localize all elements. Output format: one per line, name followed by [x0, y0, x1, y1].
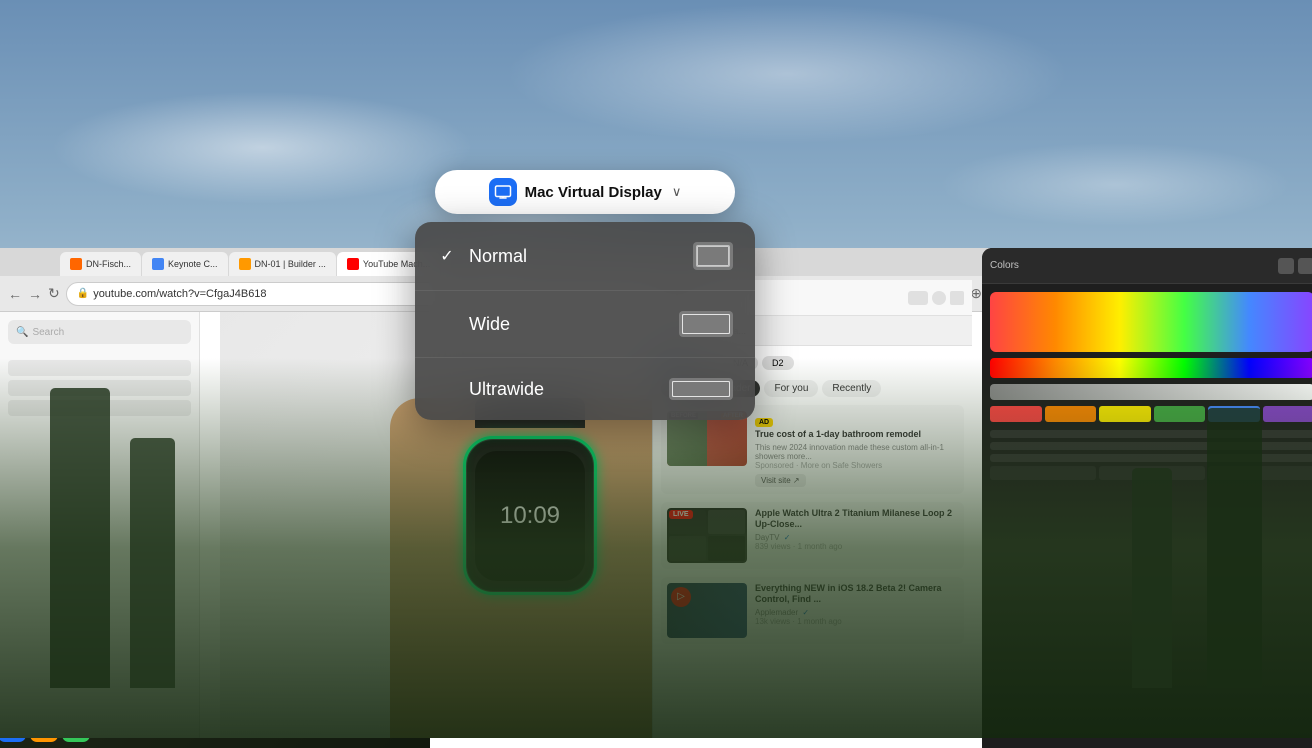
color-gradient-main [990, 292, 1312, 352]
dropdown-item-normal-left: ✓ Normal [437, 246, 527, 267]
wide-display-icon [679, 311, 733, 337]
dropdown-item-wide-left: Wide [437, 314, 510, 335]
display-size-menu: ✓ Normal Wide Ultrawide [415, 222, 755, 420]
tab-3[interactable]: DN-01 | Builder ... [229, 252, 336, 276]
wide-icon-screen [682, 314, 730, 334]
extensions-icon[interactable]: ⊕ [970, 285, 982, 302]
normal-icon-screen [697, 246, 729, 266]
tab-favicon-4 [347, 258, 359, 270]
mac-display-icon [489, 178, 517, 206]
yt-toolbar-icon-1[interactable] [908, 291, 928, 305]
url-text: youtube.com/watch?v=CfgaJ4B618 [93, 288, 266, 300]
reload-button[interactable]: ↻ [48, 285, 60, 302]
right-panel-toolbar: Colors [982, 248, 1312, 284]
normal-label: Normal [469, 246, 527, 267]
mac-virtual-display-dropdown: Mac Virtual Display ∨ ✓ Normal Wide [415, 170, 755, 420]
search-placeholder: Search [32, 327, 64, 338]
forward-button[interactable]: → [28, 286, 42, 302]
yt-toolbar-icon-2[interactable] [932, 291, 946, 305]
dropdown-item-ultrawide-left: Ultrawide [437, 379, 544, 400]
tab-favicon-2 [152, 258, 164, 270]
dropdown-item-wide[interactable]: Wide [415, 291, 755, 358]
dropdown-item-ultrawide[interactable]: Ultrawide [415, 358, 755, 420]
dropdown-item-normal[interactable]: ✓ Normal [415, 222, 755, 291]
normal-checkmark: ✓ [437, 246, 457, 266]
right-panel-title: Colors [990, 260, 1019, 271]
dropdown-title-text: Mac Virtual Display [525, 184, 662, 201]
tab-2[interactable]: Keynote C... [142, 252, 228, 276]
sidebar-search-bar[interactable]: 🔍 Search [8, 320, 191, 344]
back-button[interactable]: ← [8, 286, 22, 302]
tab-1[interactable]: DN-Fisch... [60, 252, 141, 276]
ultrawide-display-icon [669, 378, 733, 400]
ultrawide-label: Ultrawide [469, 379, 544, 400]
dropdown-chevron-icon: ∨ [672, 184, 682, 200]
monitor-svg-icon [494, 183, 512, 201]
yt-toolbar-icon-3[interactable] [950, 291, 964, 305]
tab-favicon-1 [70, 258, 82, 270]
wide-label: Wide [469, 314, 510, 335]
normal-display-icon [693, 242, 733, 270]
right-panel-btn-2[interactable] [1298, 258, 1312, 274]
right-panel-btn-1[interactable] [1278, 258, 1294, 274]
tab-favicon-3 [239, 258, 251, 270]
ultrawide-icon-screen [672, 381, 730, 397]
dropdown-trigger-pill[interactable]: Mac Virtual Display ∨ [435, 170, 735, 214]
